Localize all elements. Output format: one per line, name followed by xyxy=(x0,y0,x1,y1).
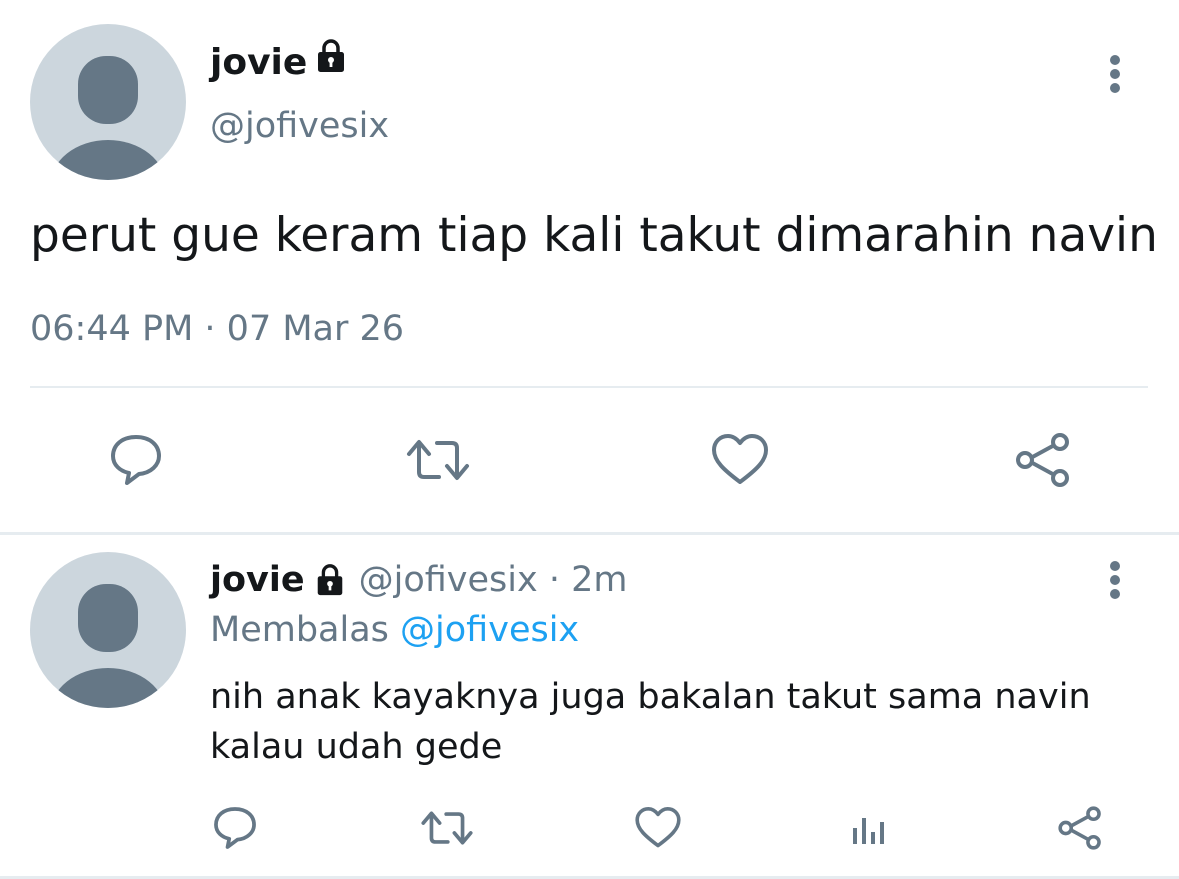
like-button[interactable] xyxy=(705,425,775,495)
section-divider xyxy=(0,532,1179,535)
reply-author-name[interactable]: jovie xyxy=(210,556,305,604)
replying-to: Membalas @jofivesix xyxy=(210,606,579,654)
reply-avatar[interactable] xyxy=(30,552,186,708)
retweet-icon xyxy=(421,811,473,845)
reply-button[interactable] xyxy=(101,425,171,495)
tweet-timestamp[interactable]: 06:44 PM · 07 Mar 26 xyxy=(30,306,404,352)
reply-header: jovie @jofivesix · 2m xyxy=(210,556,627,604)
author-handle[interactable]: @jofivesix xyxy=(210,102,389,150)
retweet-button[interactable] xyxy=(403,425,473,495)
heart-icon xyxy=(635,807,681,848)
more-vertical-icon xyxy=(1110,561,1120,599)
heart-icon xyxy=(712,434,768,484)
reply-handle-time[interactable]: @jofivesix · 2m xyxy=(359,556,628,604)
reply-share-button[interactable] xyxy=(1050,798,1110,858)
avatar[interactable] xyxy=(30,24,186,180)
lock-icon xyxy=(313,563,347,597)
author-name-row[interactable]: jovie xyxy=(210,38,349,87)
analytics-button[interactable] xyxy=(839,798,899,858)
reply-bubble-icon xyxy=(111,435,161,485)
reply-retweet-button[interactable] xyxy=(417,798,477,858)
share-icon xyxy=(1016,433,1069,487)
reply-bubble-icon xyxy=(214,807,256,849)
reply-reply-button[interactable] xyxy=(205,798,265,858)
replying-to-mention[interactable]: @jofivesix xyxy=(400,610,579,650)
share-button[interactable] xyxy=(1008,425,1078,495)
reply-more-options-button[interactable] xyxy=(1095,550,1135,610)
default-avatar-icon xyxy=(50,56,166,180)
share-icon xyxy=(1058,806,1101,850)
divider xyxy=(30,386,1148,388)
more-options-button[interactable] xyxy=(1095,44,1135,104)
analytics-icon xyxy=(853,818,884,844)
reply-like-button[interactable] xyxy=(628,798,688,858)
replying-to-label: Membalas xyxy=(210,610,389,650)
tweet-text: perut gue keram tiap kali takut dimarahi… xyxy=(30,208,1158,263)
retweet-icon xyxy=(407,440,469,480)
author-name[interactable]: jovie xyxy=(210,39,307,87)
reply-text: nih anak kayaknya juga bakalan takut sam… xyxy=(210,677,1091,767)
default-avatar-icon xyxy=(50,584,166,708)
lock-icon xyxy=(313,38,349,87)
tweet-detail-page: jovie @jofivesix perut gue keram tiap ka… xyxy=(0,0,1179,879)
more-vertical-icon xyxy=(1110,55,1120,93)
